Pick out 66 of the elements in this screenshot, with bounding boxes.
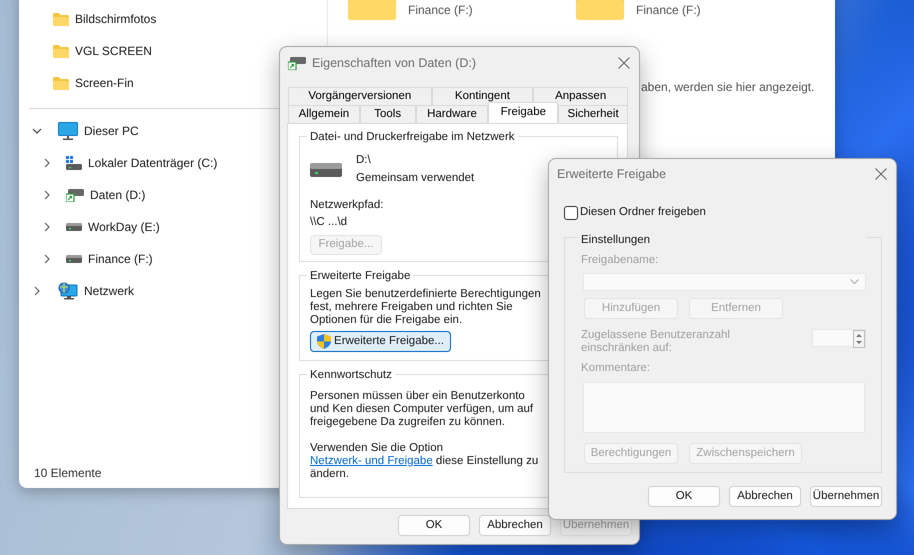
cancel-button[interactable]: Abbrechen	[729, 486, 801, 508]
nav-item-label[interactable]: Lokaler Datenträger (C:)	[88, 154, 218, 172]
dialog-title: Erweiterte Freigabe	[557, 166, 668, 183]
nav-item-label[interactable]: Screen-Fin	[75, 74, 134, 92]
nav-item-label[interactable]: VGL SCREEN	[75, 42, 152, 60]
description-text: Legen Sie benutzerdefinierte Berechtigungen fest, mehrere Freigaben und richten Sie Optionen für die Freigabe ein.	[310, 288, 542, 328]
advanced-sharing-button[interactable]: Erweiterte Freigabe...	[310, 331, 451, 352]
apply-button[interactable]: Übernehmen	[810, 486, 882, 508]
chevron-right-icon[interactable]	[42, 190, 52, 200]
ok-button[interactable]: OK	[648, 486, 720, 508]
description-text: Verwenden Sie die Option Netzwerk- und Freigabe diese Einstellung zu ändern.	[310, 442, 540, 480]
tab[interactable]: Freigabe	[488, 102, 558, 123]
item-count: 10 Elemente	[34, 465, 102, 482]
description-text: Personen müssen über ein Benutzerkonto und Ken diesen Computer verfügen, um auf freigegebene Da zugreifen zu können.	[310, 390, 534, 428]
drive-icon	[310, 162, 342, 176]
folder-icon	[53, 76, 69, 90]
shared-drive-icon	[66, 188, 84, 202]
nav-item-label[interactable]: Daten (D:)	[90, 186, 146, 204]
tab[interactable]: Sicherheit	[558, 105, 628, 123]
field-label: Zugelassene Benutzeranzahl einschränken auf:	[581, 329, 731, 356]
network-path: \\C ...\d	[310, 215, 348, 230]
folder-icon	[576, 0, 624, 20]
dialog-title: Eigenschaften von Daten (D:)	[312, 54, 477, 72]
cancel-button[interactable]: Abbrechen	[479, 515, 551, 536]
chevron-down-icon[interactable]	[32, 126, 42, 136]
drive-path: D:\	[356, 153, 372, 168]
folder-icon	[53, 12, 69, 26]
folder-icon	[53, 44, 69, 58]
checkbox[interactable]	[564, 206, 578, 220]
folder-name[interactable]: Finance (F:)	[408, 1, 473, 19]
checkbox-label[interactable]: Diesen Ordner freigeben	[580, 204, 706, 222]
drive-icon	[66, 255, 82, 263]
chevron-down-icon	[850, 279, 859, 286]
close-icon[interactable]	[875, 168, 887, 180]
tab[interactable]: Allgemein	[288, 105, 360, 123]
field-label: Kommentare:	[581, 361, 652, 376]
empty-folder-message: aben, werden sie hier angezeigt.	[641, 79, 816, 96]
tab[interactable]: Anpassen	[533, 87, 628, 105]
nav-item-label[interactable]: Finance (F:)	[88, 250, 153, 268]
drive-icon	[66, 223, 82, 231]
shared-drive-icon	[288, 56, 306, 70]
ok-button[interactable]: OK	[398, 515, 470, 536]
chevron-right-icon[interactable]	[32, 286, 42, 296]
field-label: Freigabename:	[581, 252, 660, 268]
close-icon[interactable]	[618, 57, 630, 69]
chevron-right-icon[interactable]	[42, 222, 52, 232]
folder-name[interactable]: Finance (F:)	[636, 1, 701, 19]
network-sharing-link[interactable]: Netzwerk- und Freigabe	[310, 454, 433, 466]
shield-icon	[317, 334, 332, 350]
tab[interactable]: Vorgängerversionen	[288, 87, 432, 105]
tab[interactable]: Hardware	[416, 105, 488, 123]
network-icon	[58, 282, 78, 300]
folder-icon	[348, 0, 396, 20]
network-path-label: Netzwerkpfad:	[310, 198, 384, 213]
tab[interactable]: Kontingent	[432, 87, 534, 105]
tab[interactable]: Tools	[360, 105, 416, 123]
spin-arrows-icon	[853, 330, 865, 348]
nav-item-label[interactable]: Netzwerk	[84, 282, 134, 300]
monitor-icon	[58, 122, 78, 140]
nav-item-label[interactable]: Bildschirmfotos	[75, 10, 156, 28]
chevron-right-icon[interactable]	[42, 254, 52, 264]
nav-item-label[interactable]: Dieser PC	[84, 122, 139, 140]
system-drive-icon	[66, 156, 82, 170]
nav-item-label[interactable]: WorkDay (E:)	[88, 218, 160, 236]
chevron-right-icon[interactable]	[42, 158, 52, 168]
share-status: Gemeinsam verwendet	[356, 170, 474, 186]
